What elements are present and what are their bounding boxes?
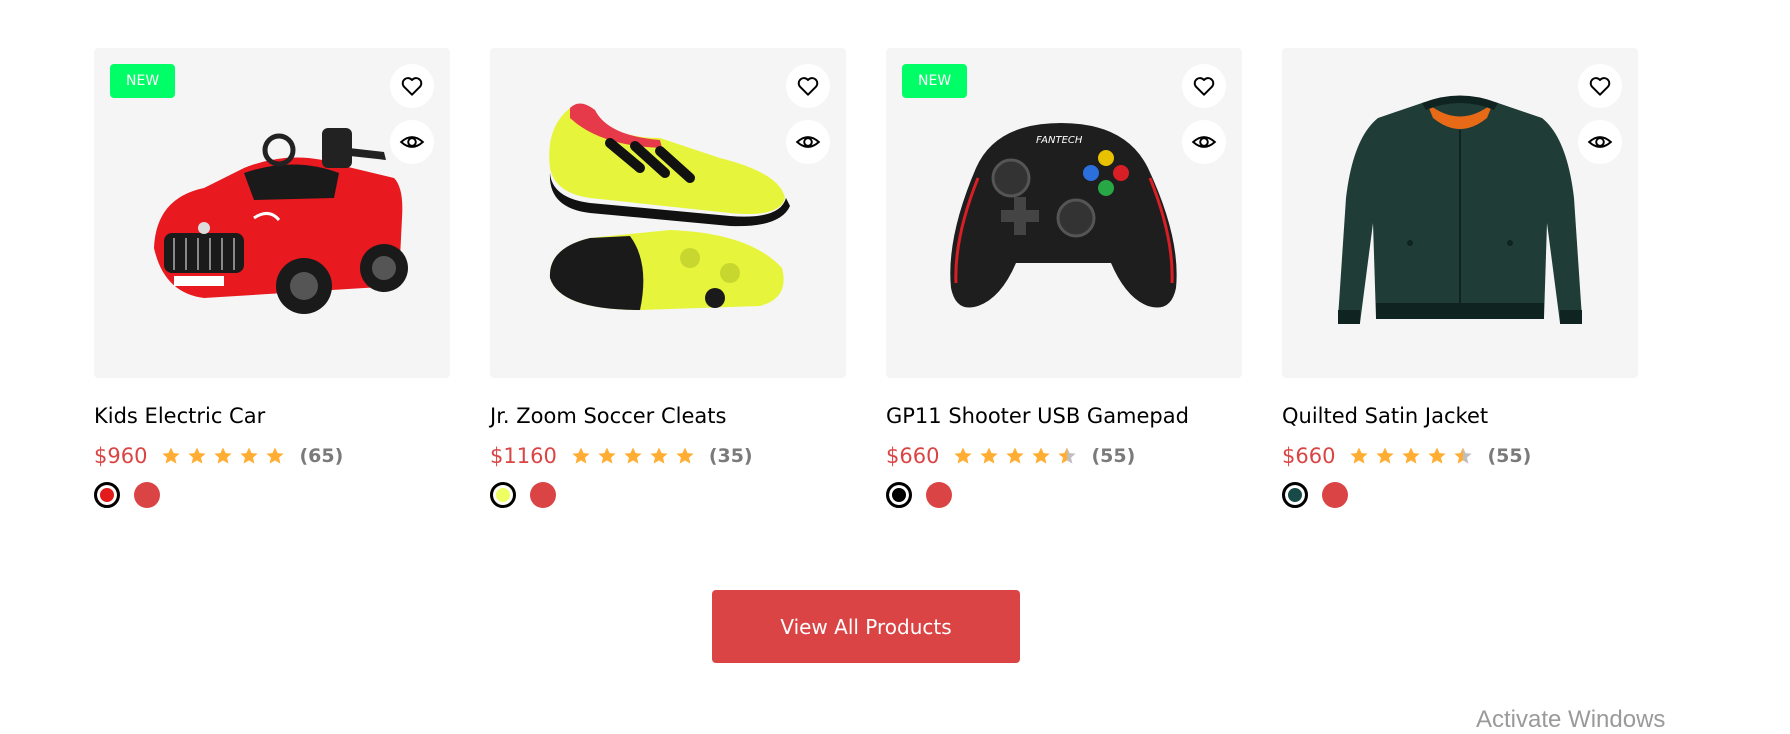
- price-rating-row: $660 (55): [1282, 442, 1638, 470]
- star-full-icon: [650, 447, 668, 464]
- view-all-products-button[interactable]: View All Products: [712, 590, 1020, 663]
- star-rating: [161, 446, 285, 466]
- star-half-icon: [1058, 447, 1077, 464]
- price-rating-row: $660 (55): [886, 442, 1242, 470]
- star-full-icon: [1428, 447, 1447, 464]
- star-half-icon: [1454, 447, 1473, 464]
- wishlist-button[interactable]: [1578, 64, 1622, 108]
- product-card[interactable]: NEW Kids Electric Car $960 (65): [94, 48, 450, 508]
- product-card[interactable]: Jr. Zoom Soccer Cleats $1160 (35): [490, 48, 846, 508]
- star-full-icon: [214, 447, 233, 464]
- eye-icon: [1587, 136, 1613, 148]
- star-full-icon: [188, 447, 207, 464]
- product-price: $660: [1282, 444, 1336, 468]
- heart-icon: [1193, 77, 1215, 96]
- star-rating: [1349, 446, 1473, 466]
- eye-icon: [399, 136, 425, 148]
- star-full-icon: [954, 447, 973, 464]
- color-swatch[interactable]: [530, 482, 556, 508]
- price-rating-row: $960 (65): [94, 442, 450, 470]
- new-badge: NEW: [902, 64, 968, 98]
- product-price: $1160: [490, 444, 557, 468]
- color-swatch[interactable]: [1322, 482, 1348, 508]
- review-count: (35): [708, 445, 753, 467]
- price-rating-row: $1160 (35): [490, 442, 846, 470]
- product-image-box[interactable]: NEW: [94, 48, 450, 378]
- product-name[interactable]: Kids Electric Car: [94, 402, 450, 430]
- product-grid: NEW Kids Electric Car $960 (65) Jr. Zoom…: [94, 48, 1638, 508]
- heart-icon: [401, 77, 423, 96]
- heart-icon: [1589, 77, 1611, 96]
- star-full-icon: [980, 447, 999, 464]
- color-swatches: [1282, 482, 1638, 508]
- color-swatches: [490, 482, 846, 508]
- product-card[interactable]: Quilted Satin Jacket $660 (55): [1282, 48, 1638, 508]
- product-card[interactable]: FANTECH NEW GP11 Shooter USB Gamepad $66…: [886, 48, 1242, 508]
- star-full-icon: [240, 447, 259, 464]
- star-full-icon: [1006, 447, 1025, 464]
- star-full-icon: [1376, 447, 1395, 464]
- product-name[interactable]: GP11 Shooter USB Gamepad: [886, 402, 1242, 430]
- color-swatch[interactable]: [1282, 482, 1308, 508]
- product-name[interactable]: Jr. Zoom Soccer Cleats: [490, 402, 846, 430]
- wishlist-button[interactable]: [1182, 64, 1226, 108]
- color-swatch[interactable]: [490, 482, 516, 508]
- star-full-icon: [1350, 447, 1369, 464]
- color-swatch[interactable]: [134, 482, 160, 508]
- star-full-icon: [266, 447, 285, 464]
- wishlist-button[interactable]: [786, 64, 830, 108]
- product-image-box[interactable]: [490, 48, 846, 378]
- product-image-box[interactable]: FANTECH NEW: [886, 48, 1242, 378]
- color-swatch[interactable]: [94, 482, 120, 508]
- star-full-icon: [1402, 447, 1421, 464]
- review-count: (55): [1091, 445, 1136, 467]
- star-rating: [953, 446, 1077, 466]
- product-price: $660: [886, 444, 940, 468]
- activate-windows-watermark: Activate Windows: [1476, 706, 1666, 733]
- review-count: (65): [299, 445, 344, 467]
- quick-view-button[interactable]: [786, 120, 830, 164]
- review-count: (55): [1487, 445, 1532, 467]
- star-full-icon: [598, 447, 616, 464]
- eye-icon: [795, 136, 821, 148]
- product-image-box[interactable]: [1282, 48, 1638, 378]
- quick-view-button[interactable]: [390, 120, 434, 164]
- star-full-icon: [624, 447, 642, 464]
- heart-icon: [797, 77, 819, 96]
- new-badge: NEW: [110, 64, 176, 98]
- star-full-icon: [676, 447, 694, 464]
- star-rating: [571, 446, 695, 466]
- svg-text:FANTECH: FANTECH: [1036, 135, 1083, 146]
- quick-view-button[interactable]: [1578, 120, 1622, 164]
- star-full-icon: [162, 447, 181, 464]
- star-full-icon: [1032, 447, 1051, 464]
- color-swatch[interactable]: [926, 482, 952, 508]
- color-swatches: [94, 482, 450, 508]
- product-name[interactable]: Quilted Satin Jacket: [1282, 402, 1638, 430]
- quick-view-button[interactable]: [1182, 120, 1226, 164]
- eye-icon: [1191, 136, 1217, 148]
- star-full-icon: [572, 447, 590, 464]
- wishlist-button[interactable]: [390, 64, 434, 108]
- product-price: $960: [94, 444, 148, 468]
- color-swatches: [886, 482, 1242, 508]
- color-swatch[interactable]: [886, 482, 912, 508]
